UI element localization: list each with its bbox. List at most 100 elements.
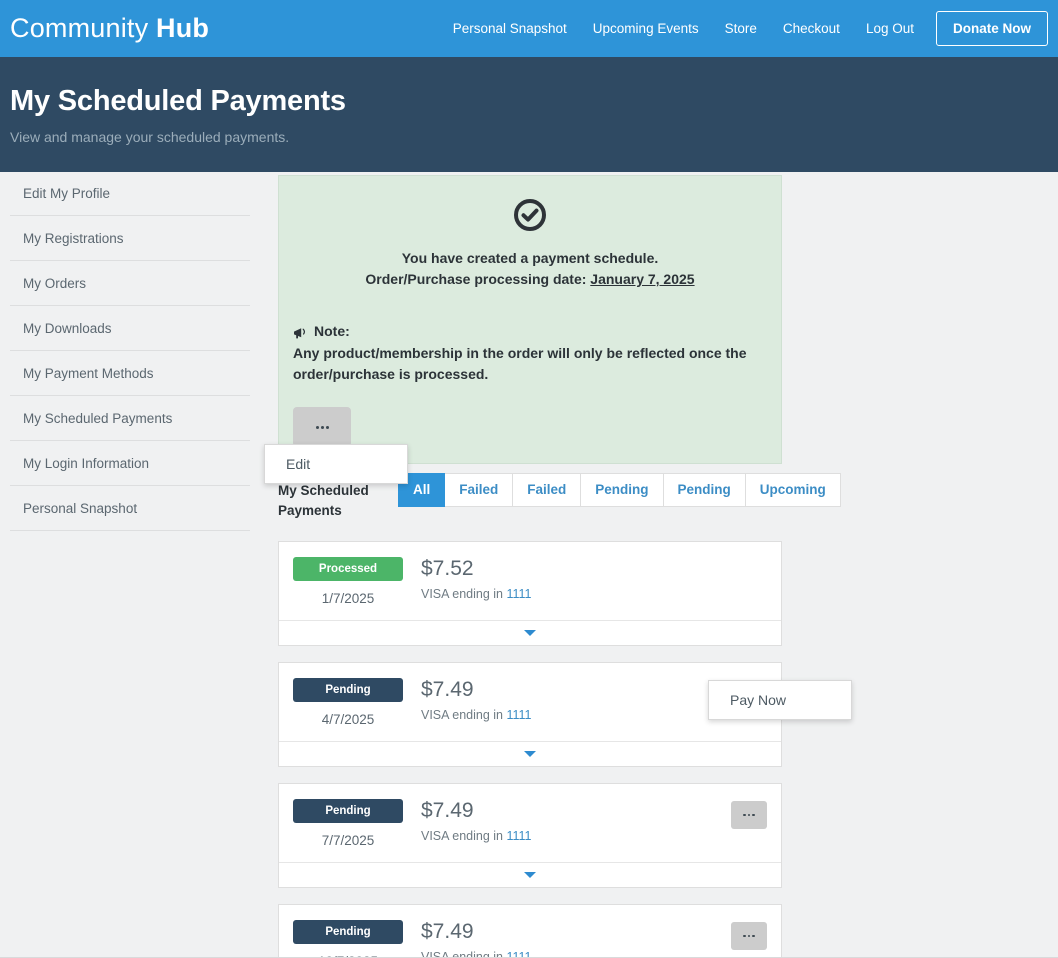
nav-link-upcoming-events[interactable]: Upcoming Events [580,0,712,57]
page-content: Edit My Profile My Registrations My Orde… [0,172,1058,958]
ellipsis-dot-icon [743,813,746,817]
status-badge: Pending [293,799,403,823]
sidebar-item-my-scheduled-payments[interactable]: My Scheduled Payments [10,396,250,441]
ellipsis-dot-icon [743,934,746,938]
payment-actions-dropdown[interactable]: Pay Now [708,680,852,720]
tab-failed-2[interactable]: Failed [513,473,582,507]
payment-method: VISA ending in 1111 [421,829,731,843]
payment-amount: $7.49 [421,920,474,943]
schedule-actions-dropdown[interactable]: Edit [264,444,408,484]
payment-date: 1/7/2025 [321,591,375,606]
payment-card-body: Processed 1/7/2025 $7.52 VISA ending in … [279,542,781,620]
status-badge: Processed [293,557,403,581]
note-label: Note: [314,323,350,339]
payment-expand-toggle[interactable] [279,741,781,766]
nav-link-store[interactable]: Store [712,0,770,57]
payment-method: VISA ending in 1111 [421,587,767,601]
payment-detail-column: $7.49 VISA ending in 1111 [403,678,731,722]
nav-link-log-out[interactable]: Log Out [853,0,927,57]
table-row[interactable]: Pending 4/7/2025 $7.49 VISA ending in 11… [278,662,782,767]
payment-amount: $7.52 [421,557,474,580]
payment-amount: $7.49 [421,799,474,822]
alert-icon-wrapper [293,198,767,237]
payment-amount: $7.49 [421,678,474,701]
account-sidebar: Edit My Profile My Registrations My Orde… [0,172,250,531]
page-header: My Scheduled Payments View and manage yo… [0,57,1058,172]
payment-status-column: Processed 1/7/2025 [293,557,403,606]
schedule-actions-menu-button[interactable] [293,407,351,447]
dropdown-item-pay-now[interactable]: Pay Now [709,681,851,719]
payment-method-last4: 1111 [506,587,532,601]
ellipsis-dot-icon [747,813,751,817]
alert-line-2: Order/Purchase processing date: January … [293,269,767,290]
tab-pending-1[interactable]: Pending [581,473,664,507]
megaphone-icon [293,325,308,339]
sidebar-item-my-login-information[interactable]: My Login Information [10,441,250,486]
page-title: My Scheduled Payments [10,85,346,117]
ellipsis-dot-icon [325,425,329,429]
alert-line-1: You have created a payment schedule. [401,250,659,266]
payment-method-prefix: VISA ending in [421,587,507,601]
payment-date: 4/7/2025 [321,712,375,727]
payment-detail-column: $7.52 VISA ending in 1111 [403,557,767,601]
sidebar-item-my-downloads[interactable]: My Downloads [10,306,250,351]
payment-schedule-success-alert: You have created a payment schedule. Ord… [278,175,782,464]
chevron-down-icon [524,751,536,757]
table-row[interactable]: Pending 7/7/2025 $7.49 VISA ending in 11… [278,783,782,888]
ellipsis-dot-icon [752,934,755,938]
scheduled-payments-list: Processed 1/7/2025 $7.52 VISA ending in … [278,541,1058,958]
logo-text-bold: Hub [156,13,210,43]
payment-card-body: Pending 10/7/2025 $7.49 VISA ending in 1… [279,905,781,958]
ellipsis-dot-icon [752,813,755,817]
main-panel: You have created a payment schedule. Ord… [250,172,1058,958]
sidebar-item-edit-my-profile[interactable]: Edit My Profile [10,172,250,216]
alert-date-prefix: Order/Purchase processing date: [365,271,591,287]
sidebar-item-my-payment-methods[interactable]: My Payment Methods [10,351,250,396]
nav-link-personal-snapshot[interactable]: Personal Snapshot [440,0,580,57]
note-heading: Note: [293,321,767,342]
site-logo[interactable]: Community Hub [10,13,209,44]
payment-expand-toggle[interactable] [279,862,781,887]
chevron-down-icon [524,872,536,878]
table-row[interactable]: Pending 10/7/2025 $7.49 VISA ending in 1… [278,904,782,958]
payment-method-prefix: VISA ending in [421,708,507,722]
payment-status-column: Pending 10/7/2025 [293,920,403,958]
status-badge: Pending [293,920,403,944]
status-badge: Pending [293,678,403,702]
tab-failed-1[interactable]: Failed [445,473,514,507]
logo-text-light: Community [10,13,157,43]
processing-date-value: January 7, 2025 [590,271,695,287]
tab-pending-2[interactable]: Pending [663,473,746,507]
payment-date: 7/7/2025 [321,833,375,848]
ellipsis-dot-icon [747,934,751,938]
dropdown-item-edit[interactable]: Edit [265,445,407,483]
payment-card-body: Pending 4/7/2025 $7.49 VISA ending in 11… [279,663,781,741]
payment-detail-column: $7.49 VISA ending in 1111 [403,799,731,843]
payment-method-prefix: VISA ending in [421,829,507,843]
sidebar-item-my-registrations[interactable]: My Registrations [10,216,250,261]
payment-method-last4: 1111 [506,829,532,843]
sidebar-item-my-orders[interactable]: My Orders [10,261,250,306]
payment-actions-menu-button[interactable] [731,922,767,950]
payment-filter-tabs: All Failed Failed Pending Pending Upcomi… [398,473,841,507]
ellipsis-dot-icon [320,425,324,429]
alert-note: Note: Any product/membership in the orde… [293,321,767,385]
payment-method: VISA ending in 1111 [421,708,731,722]
alert-message: You have created a payment schedule. Ord… [293,248,767,290]
payment-status-column: Pending 4/7/2025 [293,678,403,727]
payment-expand-toggle[interactable] [279,620,781,645]
primary-navigation: Personal Snapshot Upcoming Events Store … [440,0,1048,57]
nav-link-checkout[interactable]: Checkout [770,0,853,57]
tab-upcoming[interactable]: Upcoming [745,473,841,507]
payment-status-column: Pending 7/7/2025 [293,799,403,848]
payment-card-body: Pending 7/7/2025 $7.49 VISA ending in 11… [279,784,781,862]
chevron-down-icon [524,630,536,636]
table-row[interactable]: Processed 1/7/2025 $7.52 VISA ending in … [278,541,782,646]
donate-now-button[interactable]: Donate Now [935,11,1048,46]
ellipsis-dot-icon [315,425,319,429]
sidebar-item-personal-snapshot[interactable]: Personal Snapshot [10,486,250,531]
payment-actions-menu-button[interactable] [731,801,767,829]
payment-detail-column: $7.49 VISA ending in 1111 [403,920,731,958]
payment-method-last4: 1111 [506,708,532,722]
check-circle-icon [513,198,547,232]
